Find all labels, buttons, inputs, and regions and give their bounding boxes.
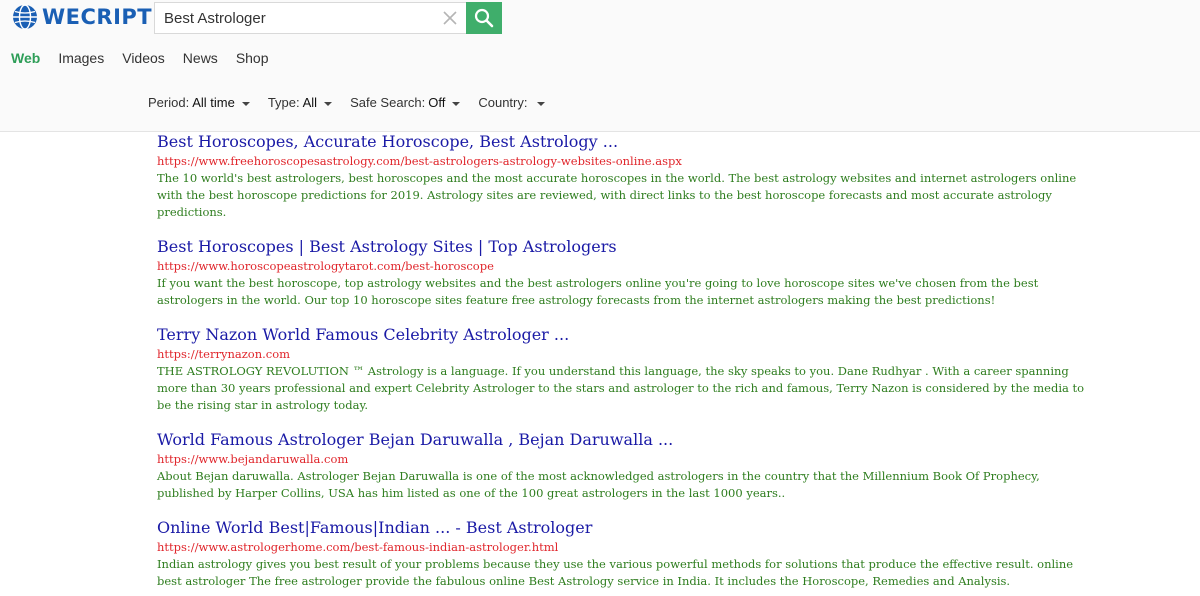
result-url-link[interactable]: https://www.bejandaruwalla.com [157, 451, 1097, 468]
safe-search-filter-label: Safe Search: [350, 95, 426, 110]
result-url-link[interactable]: https://terrynazon.com [157, 346, 1097, 363]
logo-text: WECRIPT [42, 5, 153, 29]
caret-down-icon [241, 102, 250, 106]
result-title-link[interactable]: Best Horoscopes | Best Astrology Sites |… [157, 236, 1097, 258]
result-title-link[interactable]: Terry Nazon World Famous Celebrity Astro… [157, 324, 1097, 346]
result-snippet: About Bejan daruwalla. Astrologer Bejan … [157, 469, 1040, 500]
search-input[interactable] [155, 3, 434, 33]
result-snippet: THE ASTROLOGY REVOLUTION ™ Astrology is … [157, 364, 1085, 412]
search-results: Best Horoscopes, Accurate Horoscope, Bes… [157, 131, 1097, 596]
search-tabs: Web Images Videos News Shop [11, 49, 287, 67]
search-icon [474, 8, 494, 28]
filter-bar: Period: All time Type: All Safe Search: … [148, 95, 563, 111]
logo[interactable]: WECRIPT [12, 4, 152, 30]
result-url-link[interactable]: https://www.freehoroscopesastrology.com/… [157, 153, 1097, 170]
search-result: Terry Nazon World Famous Celebrity Astro… [157, 324, 1097, 414]
period-filter[interactable]: Period: All time [148, 95, 250, 111]
tab-web[interactable]: Web [11, 49, 40, 67]
type-filter-label: Type: [267, 95, 300, 110]
safe-search-filter[interactable]: Safe Search: Off [350, 95, 461, 111]
search-result: Best Horoscopes, Accurate Horoscope, Bes… [157, 131, 1097, 221]
globe-logo-icon [13, 4, 37, 30]
period-filter-value: All time [192, 95, 235, 110]
caret-down-icon [537, 102, 546, 106]
caret-down-icon [452, 102, 461, 106]
result-snippet: If you want the best horoscope, top astr… [157, 276, 1039, 307]
type-filter-value: All [302, 95, 318, 110]
tab-images[interactable]: Images [58, 49, 104, 67]
result-url-link[interactable]: https://www.horoscopeastrologytarot.com/… [157, 258, 1097, 275]
country-filter[interactable]: Country: [478, 95, 546, 111]
tab-news[interactable]: News [183, 49, 218, 67]
search-result: Online World Best|Famous|Indian ... - Be… [157, 517, 1097, 590]
result-snippet: Indian astrology gives you best result o… [157, 557, 1074, 588]
result-snippet: The 10 world's best astrologers, best ho… [157, 171, 1077, 219]
result-title-link[interactable]: Online World Best|Famous|Indian ... - Be… [157, 517, 1097, 539]
result-title-link[interactable]: World Famous Astrologer Bejan Daruwalla … [157, 429, 1097, 451]
tab-videos[interactable]: Videos [122, 49, 165, 67]
caret-down-icon [324, 102, 333, 106]
search-result: Best Horoscopes | Best Astrology Sites |… [157, 236, 1097, 309]
tab-shop[interactable]: Shop [236, 49, 269, 67]
result-url-link[interactable]: https://www.astrologerhome.com/best-famo… [157, 539, 1097, 556]
period-filter-label: Period: [148, 95, 190, 110]
safe-search-filter-value: Off [428, 95, 446, 110]
search-result: World Famous Astrologer Bejan Daruwalla … [157, 429, 1097, 502]
result-title-link[interactable]: Best Horoscopes, Accurate Horoscope, Bes… [157, 131, 1097, 153]
search-box [154, 2, 466, 34]
search-button[interactable] [466, 2, 502, 34]
close-icon [443, 11, 457, 25]
header: WECRIPT Web Images Videos News Shop Peri… [0, 0, 1200, 132]
country-filter-label: Country: [478, 95, 528, 110]
clear-search-button[interactable] [434, 3, 466, 33]
type-filter[interactable]: Type: All [267, 95, 333, 111]
